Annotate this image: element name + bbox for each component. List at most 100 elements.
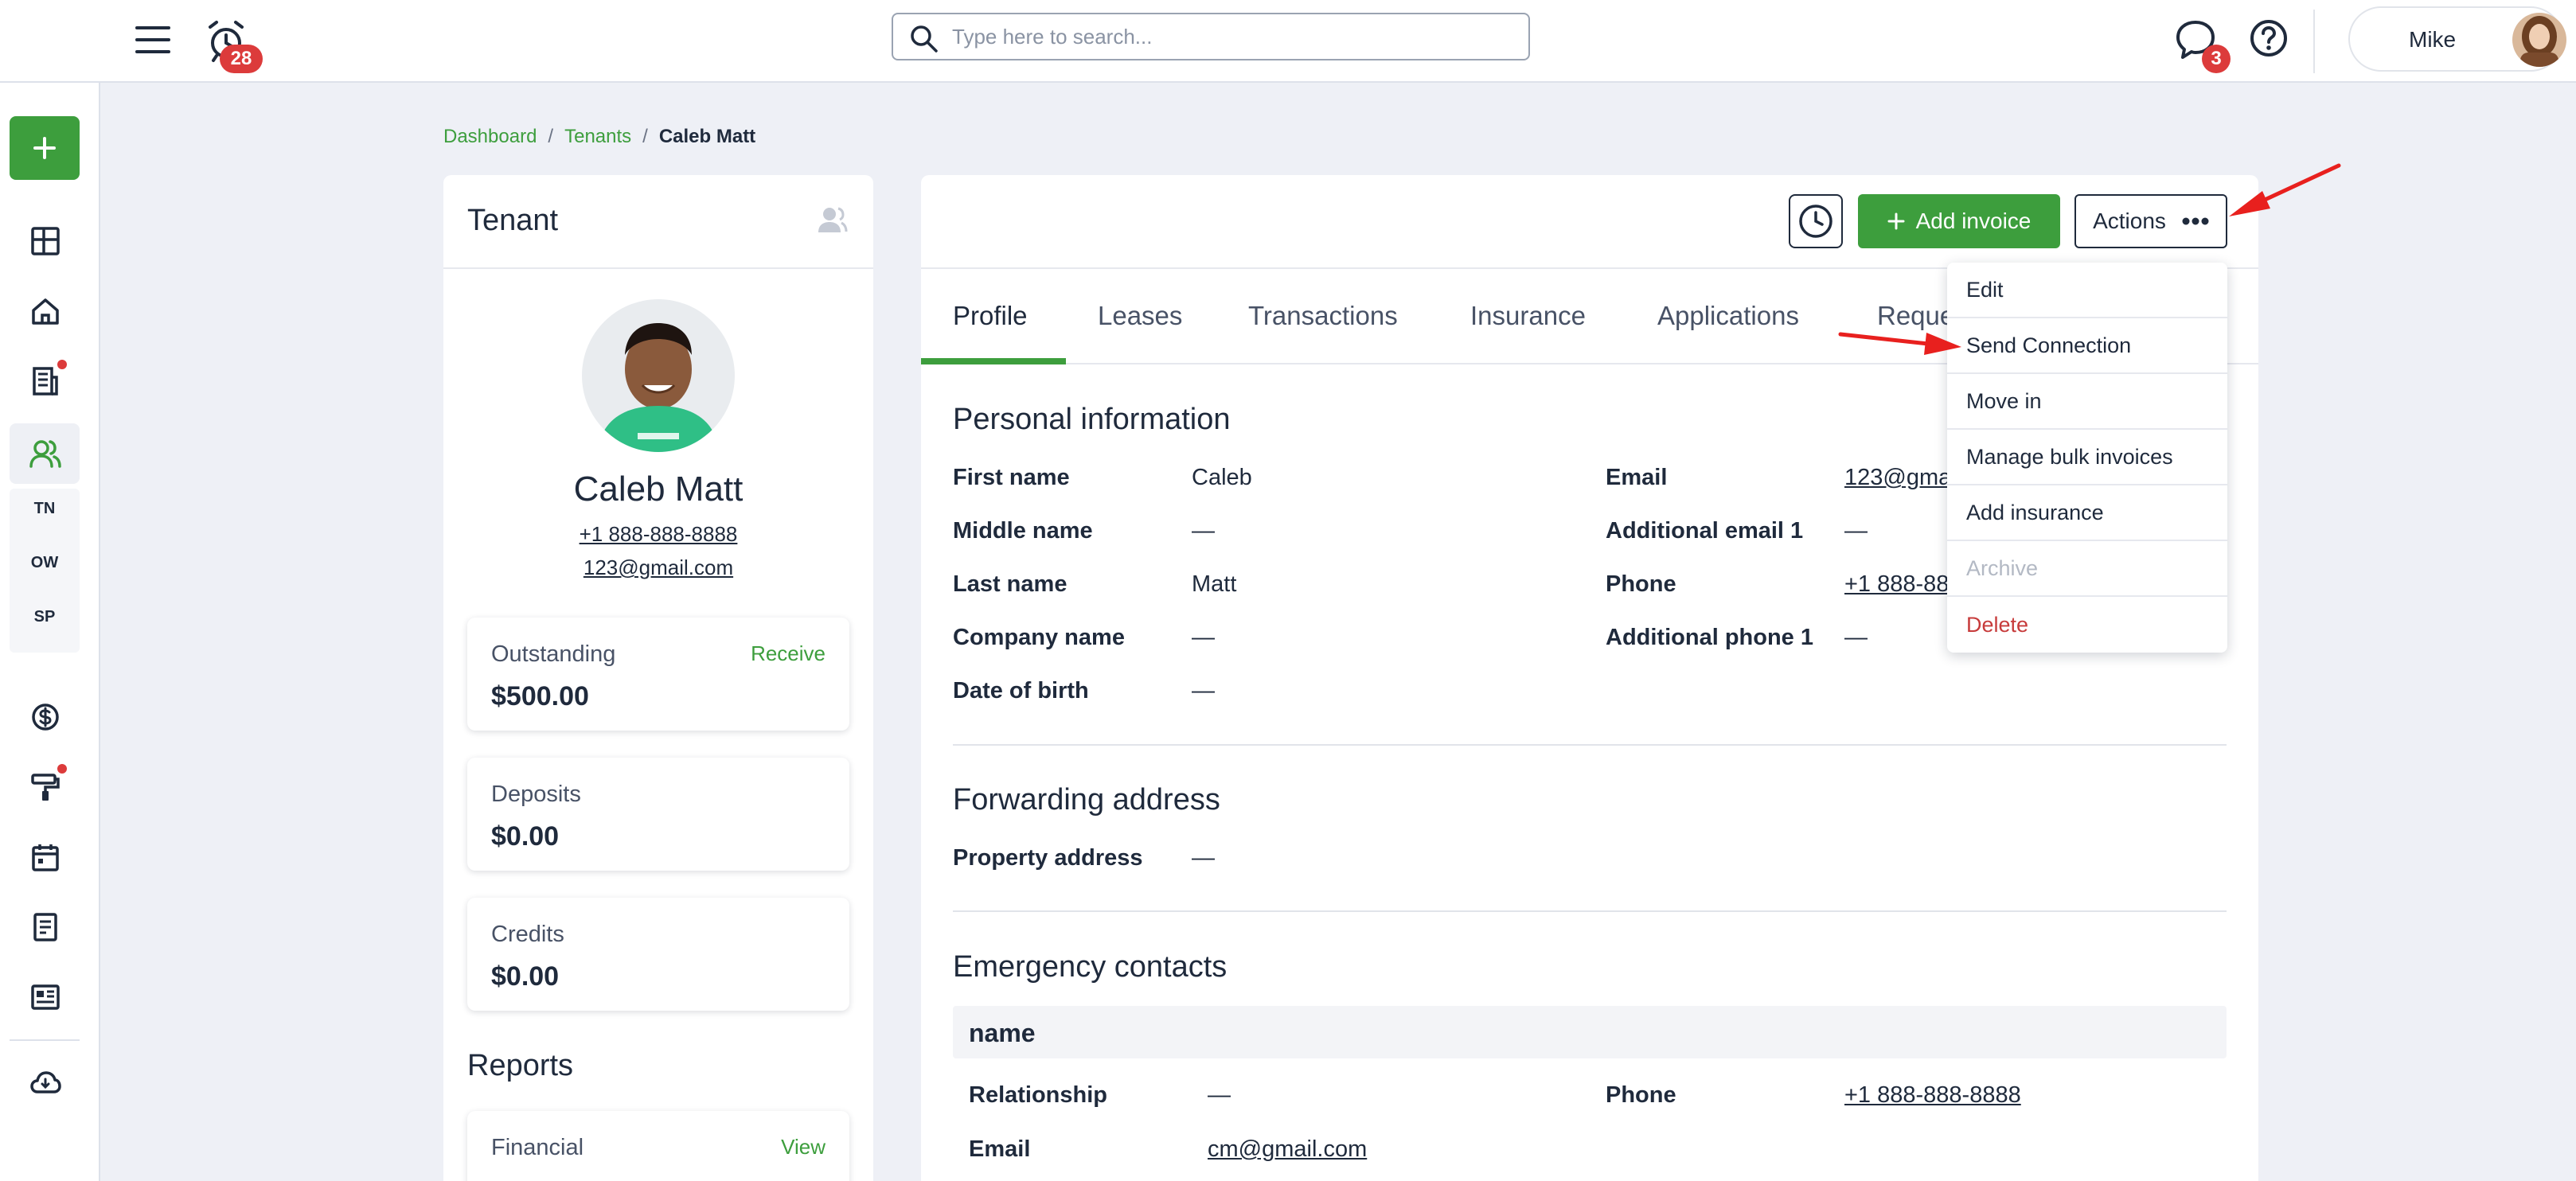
cloud-download-icon[interactable]: [29, 1066, 62, 1100]
tenant-name: Caleb Matt: [573, 470, 744, 509]
first-name-label: First name: [953, 465, 1070, 490]
home-icon[interactable]: [29, 294, 62, 328]
hamburger-menu-icon[interactable]: [132, 19, 174, 60]
personal-info-title: Personal information: [953, 403, 1231, 436]
section-divider: [953, 744, 2227, 746]
tenant-phone-link[interactable]: +1 888-888-8888: [443, 522, 873, 547]
detail-card-header: Add invoice: [921, 175, 2258, 269]
menu-item-manage-bulk-invoices[interactable]: Manage bulk invoices: [1947, 430, 2227, 485]
add-invoice-button[interactable]: Add invoice: [1858, 194, 2060, 248]
help-circle-icon[interactable]: [2248, 18, 2289, 59]
credits-card: Credits $0.00: [467, 898, 849, 1011]
email-label: Email: [1606, 465, 1668, 490]
tab-applications[interactable]: Applications: [1657, 269, 1799, 363]
contact-phone-link[interactable]: +1 888-888-8888: [1844, 1082, 2021, 1109]
people-icon[interactable]: [29, 437, 62, 470]
breadcrumb-separator: /: [548, 126, 554, 147]
contact-email-link[interactable]: cm@gmail.com: [1208, 1136, 1367, 1163]
dashboard-grid-icon[interactable]: [29, 224, 62, 258]
phone-label: Phone: [1606, 571, 1676, 597]
plus-icon: [33, 137, 56, 159]
add-new-button[interactable]: [10, 116, 80, 180]
notification-dot: [57, 764, 67, 774]
financial-view-link[interactable]: View: [781, 1135, 825, 1160]
breadcrumb-dashboard[interactable]: Dashboard: [443, 126, 537, 148]
left-sidebar: TN OW SP: [0, 83, 100, 1181]
user-menu-button[interactable]: Mike: [2348, 6, 2566, 72]
deposits-value: $0.00: [491, 821, 560, 852]
credits-label: Credits: [491, 922, 564, 947]
submenu-service-pros[interactable]: SP: [10, 608, 80, 626]
menu-item-delete[interactable]: Delete: [1947, 597, 2227, 653]
company-name-value: —: [1192, 625, 1215, 650]
menu-item-move-in[interactable]: Move in: [1947, 374, 2227, 430]
menu-item-archive: Archive: [1947, 541, 2227, 597]
paint-roller-icon[interactable]: [29, 770, 62, 804]
tenant-email-link[interactable]: 123@gmail.com: [443, 555, 873, 580]
company-name-label: Company name: [953, 625, 1125, 650]
tab-profile[interactable]: Profile: [953, 269, 1028, 363]
user-avatar: [2512, 13, 2566, 67]
clock-icon: [1799, 205, 1832, 238]
relationship-value: —: [1208, 1082, 1231, 1108]
history-button[interactable]: [1789, 194, 1843, 248]
credits-value: $0.00: [491, 961, 560, 992]
additional-email-value: —: [1844, 518, 1868, 544]
additional-phone-label: Additional phone 1: [1606, 625, 1813, 650]
building-icon[interactable]: [29, 364, 62, 398]
top-bar: 28 3 Mike: [0, 0, 2576, 83]
listing-icon[interactable]: [29, 980, 62, 1014]
dollar-circle-icon[interactable]: [29, 700, 62, 734]
phone-value-link[interactable]: +1 888-88: [1844, 571, 1949, 598]
menu-item-add-insurance[interactable]: Add insurance: [1947, 485, 2227, 541]
alarm-count-badge: 28: [220, 45, 263, 73]
breadcrumb-separator: /: [642, 126, 648, 147]
active-tab-indicator: [921, 358, 1066, 364]
forwarding-address-title: Forwarding address: [953, 783, 1220, 817]
date-of-birth-label: Date of birth: [953, 678, 1089, 704]
actions-button[interactable]: Actions: [2074, 194, 2227, 248]
deposits-label: Deposits: [491, 781, 581, 807]
search-input[interactable]: [952, 24, 1528, 49]
actions-dropdown-menu: Edit Send Connection Move in Manage bulk…: [1947, 263, 2227, 653]
email-value-link[interactable]: 123@gma: [1844, 465, 1951, 491]
tab-transactions[interactable]: Transactions: [1248, 269, 1398, 363]
deposits-card: Deposits $0.00: [467, 758, 849, 871]
add-invoice-label: Add invoice: [1915, 209, 2032, 233]
outstanding-card: Outstanding Receive $500.00: [467, 618, 849, 731]
additional-phone-value: —: [1844, 625, 1868, 650]
receive-link[interactable]: Receive: [751, 641, 825, 666]
section-divider: [953, 910, 2227, 912]
submenu-tenants[interactable]: TN: [10, 500, 80, 518]
breadcrumb-current: Caleb Matt: [658, 126, 756, 147]
contact-name: name: [969, 1019, 1036, 1047]
document-icon[interactable]: [29, 910, 62, 944]
reports-title: Reports: [467, 1049, 574, 1082]
submenu-owners[interactable]: OW: [10, 554, 80, 572]
middle-name-value: —: [1192, 518, 1215, 544]
sidebar-divider: [10, 1039, 80, 1041]
tab-requests[interactable]: Reque: [1877, 269, 1954, 363]
breadcrumb-tenants[interactable]: Tenants: [564, 126, 631, 148]
menu-item-edit[interactable]: Edit: [1947, 263, 2227, 318]
date-of-birth-value: —: [1192, 678, 1215, 704]
menu-item-send-connection[interactable]: Send Connection: [1947, 318, 2227, 374]
tab-insurance[interactable]: Insurance: [1470, 269, 1586, 363]
plus-icon: [1887, 212, 1905, 230]
calendar-icon[interactable]: [29, 840, 62, 874]
property-address-label: Property address: [953, 845, 1143, 871]
tenant-summary-card: Tenant Caleb Matt +1 888-888-8888 123@gm…: [443, 175, 873, 1181]
contact-header-row: name: [953, 1006, 2227, 1058]
middle-name-label: Middle name: [953, 518, 1093, 544]
tab-leases[interactable]: Leases: [1098, 269, 1182, 363]
actions-label: Actions: [2093, 209, 2166, 233]
relationship-label: Relationship: [969, 1082, 1108, 1108]
last-name-value: Matt: [1192, 571, 1237, 597]
tenant-card-header: Tenant: [443, 175, 873, 269]
financial-report-card: Financial View: [467, 1111, 849, 1181]
outstanding-label: Outstanding: [491, 641, 616, 667]
search-icon: [909, 24, 939, 54]
outstanding-value: $500.00: [491, 681, 589, 711]
property-address-value: —: [1192, 845, 1215, 871]
more-dots-icon: [2182, 217, 2209, 225]
